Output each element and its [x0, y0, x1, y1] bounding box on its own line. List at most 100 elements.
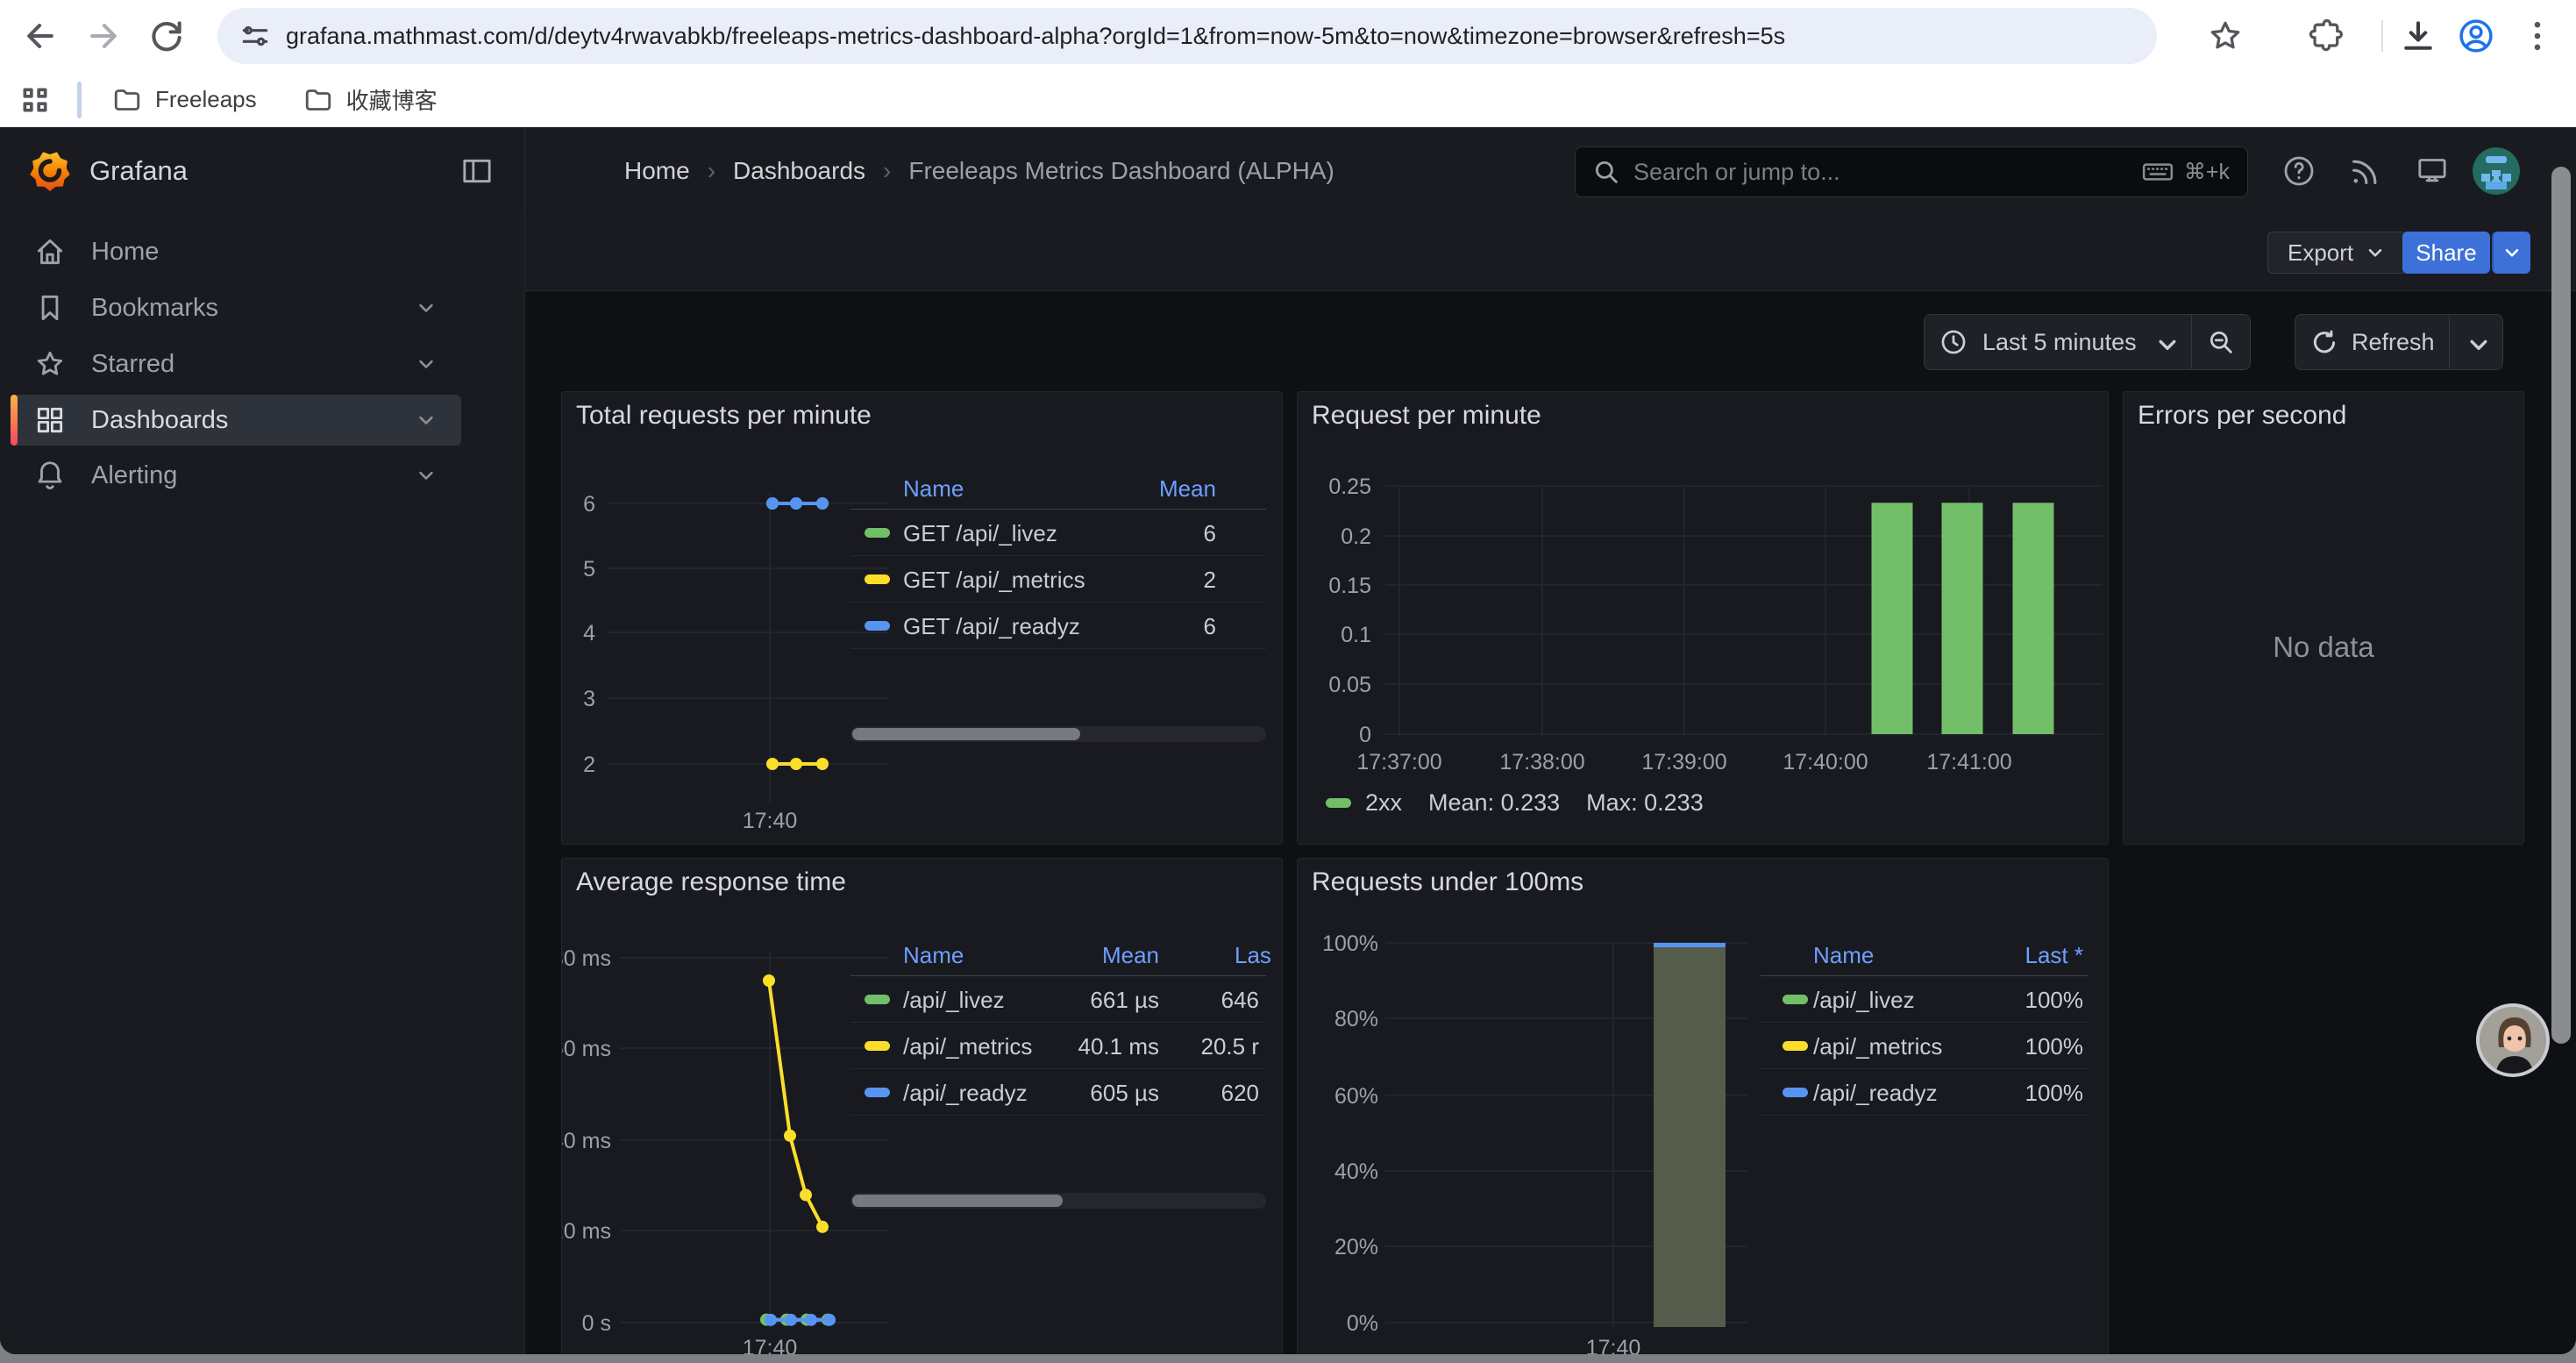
- axis-label: 17:41:00: [1926, 750, 2011, 774]
- export-button[interactable]: Export: [2267, 232, 2407, 274]
- legend-col[interactable]: Las: [1235, 942, 1271, 969]
- legend-col-name[interactable]: Name: [903, 475, 964, 503]
- site-info-icon[interactable]: [238, 19, 272, 53]
- bookmark-folder[interactable]: Freeleaps: [111, 84, 257, 116]
- breadcrumb-separator: ›: [690, 157, 733, 185]
- legend-row[interactable]: /api/_metrics40.1 ms20.5 r: [850, 1023, 1266, 1069]
- refresh-button[interactable]: Refresh: [2295, 315, 2449, 369]
- axis-label: 17:40: [1586, 1336, 1641, 1354]
- refresh-control[interactable]: Refresh: [2295, 314, 2503, 370]
- sidebar-item-home[interactable]: Home: [11, 226, 461, 277]
- user-avatar[interactable]: [2473, 147, 2520, 195]
- bar-chart: 0.250.20.150.10.05017:37:0017:38:0017:39…: [1298, 392, 2110, 846]
- brand-title[interactable]: Grafana: [89, 127, 188, 215]
- legend-value: 6: [1204, 520, 1216, 547]
- address-bar[interactable]: grafana.mathmast.com/d/deytv4rwavabkb/fr…: [217, 8, 2157, 64]
- share-button[interactable]: Share: [2402, 232, 2490, 274]
- chevron-down-icon[interactable]: [414, 408, 438, 432]
- zoom-out-icon: [2206, 327, 2236, 357]
- extensions-icon[interactable]: [2306, 17, 2345, 55]
- legend-col-name[interactable]: Name: [1813, 942, 1874, 969]
- apps-grid-icon[interactable]: [18, 82, 53, 118]
- sidebar-item-label: Starred: [91, 350, 414, 379]
- profile-avatar-icon[interactable]: [2457, 17, 2495, 55]
- axis-label: 17:40: [743, 1336, 798, 1354]
- bookmark-folder[interactable]: 收藏博客: [302, 83, 438, 116]
- chart-legend[interactable]: 2xxMean: 0.233Max: 0.233: [1326, 789, 1730, 817]
- sidebar-toggle-icon[interactable]: [459, 153, 495, 189]
- search-shortcut: ⌘+k: [2184, 159, 2230, 185]
- home-icon: [33, 235, 67, 268]
- breadcrumb-item[interactable]: Home: [624, 157, 690, 185]
- chevron-down-icon[interactable]: [414, 463, 438, 488]
- assistant-avatar[interactable]: [2476, 1003, 2550, 1077]
- legend-swatch: [865, 574, 890, 584]
- panel-request-per-minute: Request per minute 0.250.20.150.10.05017…: [1297, 391, 2109, 845]
- sidebar-item-alerting[interactable]: Alerting: [11, 450, 461, 501]
- axis-label: 0.2: [1341, 525, 1371, 549]
- dashboard-subheader: Export Share: [525, 215, 2576, 291]
- legend-name: /api/_livez: [903, 987, 1005, 1014]
- bookmark-star-icon[interactable]: [2206, 17, 2245, 55]
- legend-col[interactable]: Mean: [1102, 942, 1159, 969]
- folder-icon: [302, 84, 334, 116]
- legend-row[interactable]: /api/_livez100%: [1761, 976, 2089, 1023]
- axis-label: 0%: [1347, 1311, 1378, 1336]
- url-text[interactable]: grafana.mathmast.com/d/deytv4rwavabkb/fr…: [286, 23, 1785, 50]
- browser-window: grafana.mathmast.com/d/deytv4rwavabkb/fr…: [0, 0, 2576, 1354]
- legend-col[interactable]: Mean: [1159, 475, 1216, 503]
- monitor-icon[interactable]: [2415, 153, 2450, 189]
- share-dropdown-button[interactable]: [2492, 232, 2530, 274]
- legend-row[interactable]: GET /api/_readyz6: [850, 603, 1266, 649]
- refresh-interval-button[interactable]: [2450, 315, 2502, 369]
- legend-value: 620: [1221, 1080, 1259, 1107]
- sidebar-item-bookmarks[interactable]: Bookmarks: [11, 282, 461, 333]
- legend-header: Name Last *: [1761, 933, 2089, 976]
- chevron-down-icon[interactable]: [414, 296, 438, 320]
- axis-label: 2: [583, 753, 595, 777]
- legend-row[interactable]: GET /api/_livez6: [850, 510, 1266, 556]
- legend-row[interactable]: GET /api/_metrics2: [850, 556, 1266, 603]
- search-input[interactable]: Search or jump to... ⌘+k: [1575, 146, 2248, 197]
- sidebar-item-label: Alerting: [91, 461, 414, 490]
- forward-icon[interactable]: [84, 17, 123, 55]
- legend-col-name[interactable]: Name: [903, 942, 964, 969]
- panel-title[interactable]: Errors per second: [2138, 401, 2346, 431]
- breadcrumb-item[interactable]: Dashboards: [733, 157, 865, 185]
- search-icon: [1591, 157, 1621, 187]
- legend-row[interactable]: /api/_readyz100%: [1761, 1069, 2089, 1116]
- legend-col[interactable]: Last *: [2025, 942, 2084, 969]
- legend-scrollbar[interactable]: [850, 1193, 1266, 1209]
- legend-swatch: [1783, 1088, 1808, 1097]
- zoom-out-button[interactable]: [2192, 315, 2250, 369]
- sidebar-item-dashboards[interactable]: Dashboards: [11, 395, 461, 446]
- legend-row[interactable]: /api/_readyz605 µs620: [850, 1069, 1266, 1116]
- chevron-down-icon[interactable]: [414, 352, 438, 376]
- download-icon[interactable]: [2399, 17, 2437, 55]
- help-icon[interactable]: [2281, 153, 2316, 189]
- legend-swatch: [865, 1041, 890, 1051]
- back-icon[interactable]: [21, 17, 60, 55]
- axis-label: 20%: [1334, 1235, 1378, 1260]
- browser-menu-icon[interactable]: [2518, 17, 2557, 55]
- legend-swatch: [1326, 798, 1351, 808]
- sidebar-item-starred[interactable]: Starred: [11, 339, 461, 389]
- breadcrumb-item[interactable]: Freeleaps Metrics Dashboard (ALPHA): [908, 157, 1334, 185]
- axis-label: 0 s: [582, 1311, 611, 1336]
- page-scrollbar[interactable]: [2551, 167, 2571, 1044]
- axis-label: 17:40: [743, 809, 798, 833]
- legend-row[interactable]: /api/_metrics100%: [1761, 1023, 2089, 1069]
- rss-icon[interactable]: [2348, 153, 2383, 189]
- sidebar-item-label: Home: [91, 238, 461, 267]
- legend-scrollbar[interactable]: [850, 726, 1266, 742]
- axis-label: 0.05: [1328, 673, 1371, 697]
- legend-row[interactable]: /api/_livez661 µs646: [850, 976, 1266, 1023]
- axis-label: 17:37:00: [1356, 750, 1441, 774]
- time-range-picker[interactable]: Last 5 minutes: [1924, 314, 2251, 370]
- clock-icon: [1939, 327, 1968, 357]
- grafana-logo[interactable]: [28, 149, 72, 193]
- refresh-label: Refresh: [2352, 329, 2435, 356]
- panel-requests-under-100ms: Requests under 100ms 100%80%60%40%20%0%1…: [1297, 858, 2109, 1354]
- legend-name: GET /api/_readyz: [903, 613, 1080, 640]
- reload-icon[interactable]: [147, 17, 186, 55]
